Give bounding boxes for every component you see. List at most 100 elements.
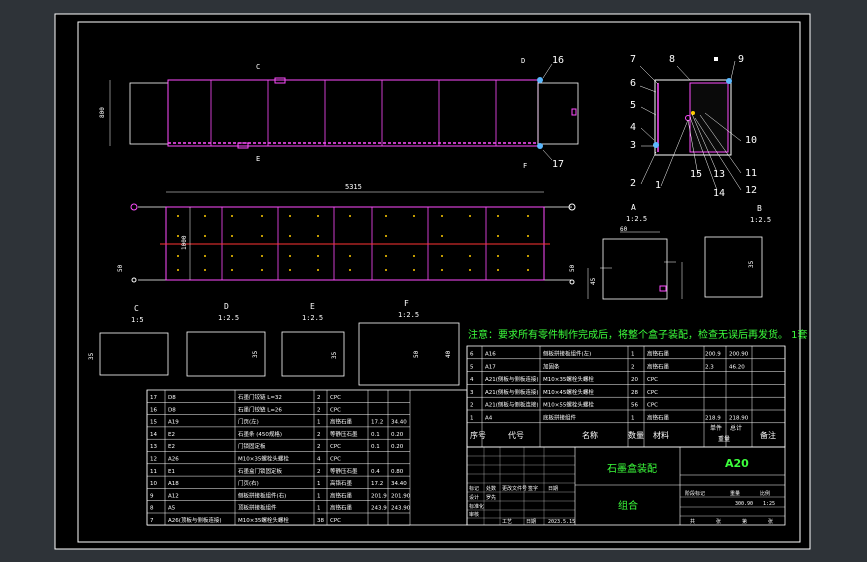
bom-right-cell: A21(侧板与侧板连接) (485, 401, 539, 409)
bom-right-cell: CPC (647, 390, 658, 396)
tb-role-date: 日期 (526, 519, 536, 525)
bom-left-cell: 高铬石墨 (330, 479, 353, 487)
callout-8: 8 (669, 54, 675, 65)
bom-left-cell: 0.80 (391, 469, 404, 475)
bom-right-cell: 46.20 (729, 364, 745, 370)
callout-15: 15 (690, 169, 702, 180)
bom-header-code: 代号 (508, 430, 524, 440)
callout-12: 12 (745, 185, 757, 196)
bom-right-cell: 20 (631, 377, 638, 383)
bom-header-total: 总计 (730, 424, 742, 432)
callout-4: 4 (630, 122, 636, 133)
callout-5: 5 (630, 100, 636, 111)
bom-left-cell: 门锁固定板 (238, 442, 266, 450)
bom-left-cell: CPC (330, 395, 341, 401)
bom-right-cell: M10×55螺栓头螺栓 (543, 401, 594, 409)
drawing-number: A20 (725, 457, 749, 470)
sheet-total-unit: 张 (716, 518, 721, 525)
bom-left-cell: 门页(左) (238, 418, 259, 426)
bom-left-cell: 9 (150, 493, 154, 499)
detail-e-label: E (310, 302, 315, 311)
bom-left-cell: 0.20 (391, 444, 404, 450)
bom-right-cell: 1 (631, 352, 635, 358)
bom-left-cell: 0.1 (371, 432, 380, 438)
detail-f-dim2: 40 (445, 350, 452, 358)
detail-c-dim: 35 (88, 352, 95, 360)
bom-left-cell: 1 (317, 493, 321, 499)
bom-left-cell: D8 (168, 407, 176, 413)
section-a-dim1: 60 (620, 226, 628, 233)
bom-left-cell: 201.9 (371, 493, 387, 499)
callout-1: 1 (655, 180, 661, 191)
bom-left-cell: 17.2 (371, 420, 383, 426)
detail-e-scale: 1:2.5 (302, 314, 323, 322)
bom-right-cell: 1 (470, 416, 474, 422)
bom-right-cell: 高铬石墨 (647, 414, 670, 422)
callout-16: 16 (552, 55, 564, 66)
tb-role-standard: 标准化 (469, 503, 484, 510)
bom-right-cell: 218.90 (729, 416, 749, 422)
cad-drawing-canvas[interactable]: 800 C E D F 16 17 7 8 9 6 5 4 3 2 1 10 1… (0, 0, 867, 562)
bom-right-cell: 5 (470, 364, 474, 370)
bom-left-cell: 11 (150, 469, 157, 475)
weight-label: 重量 (730, 490, 740, 497)
bom-right-cell: 高铬石墨 (647, 362, 670, 370)
bom-right-cell: 56 (631, 403, 638, 409)
section-b-scale: 1:2.5 (750, 216, 771, 224)
bom-left-cell: 4 (317, 457, 321, 463)
bom-left-cell: 等静压石墨 (330, 430, 358, 438)
bom-left-cell: 1 (317, 481, 321, 487)
callout-10: 10 (745, 135, 757, 146)
section-b-label: B (757, 204, 762, 213)
bom-left-cell: A18 (168, 481, 179, 487)
bom-right-cell: M10×45螺栓头螺栓 (543, 388, 594, 396)
bom-left-cell: 10 (150, 481, 157, 487)
height-dim: 800 (99, 107, 106, 118)
bom-header-remark: 备注 (760, 430, 776, 440)
bom-right-cell: A21(侧板与侧板连接) (485, 375, 539, 383)
bom-left-cell: 15 (150, 420, 157, 426)
bom-left-cell: 8 (150, 506, 154, 512)
bom-left-cell: 0.20 (391, 432, 404, 438)
bom-left-cell: 17 (150, 395, 157, 401)
bom-right-cell: 28 (631, 390, 638, 396)
weight-value: 300.90 (735, 501, 753, 507)
bom-right-cell: 侧板拼接板组件(左) (543, 350, 591, 358)
bom-right-cell: 2 (631, 364, 635, 370)
tb-label-date: 日期 (548, 486, 558, 492)
bom-left-cell: 16 (150, 407, 157, 413)
marker-c-top: C (256, 63, 260, 71)
bom-left-cell: 17.2 (371, 481, 383, 487)
bom-left-cell: 12 (150, 457, 157, 463)
bom-left-cell: 2 (317, 469, 321, 475)
tb-label-count: 处数 (486, 485, 496, 492)
bom-left-cell: 34.40 (391, 420, 407, 426)
detail-e-dim: 35 (331, 351, 338, 359)
bom-left-cell: 2 (317, 395, 321, 401)
bom-left-cell: M10×35螺栓头螺栓 (238, 516, 289, 524)
bom-left-cell: 201.90 (391, 493, 411, 499)
callout-11: 11 (745, 168, 757, 179)
bom-left-cell: 石墨门铰链 L=32 (238, 393, 282, 401)
tb-date: 2023.5.15 (548, 519, 575, 525)
tb-role-design: 设计 (469, 494, 479, 501)
callout-13: 13 (713, 169, 725, 180)
bom-left-cell: M10×35螺栓头螺栓 (238, 455, 289, 463)
bom-left-cell: 13 (150, 444, 157, 450)
bom-right-cell: 2.3 (705, 364, 714, 370)
bom-left-cell: A5 (168, 506, 176, 512)
drawing-category: 组合 (618, 499, 638, 512)
bom-left-cell: 34.40 (391, 481, 407, 487)
tb-role-review: 审核 (469, 511, 479, 518)
bom-left-cell: 243.9 (371, 506, 387, 512)
bom-left-cell: 243.90 (391, 506, 411, 512)
scale-label: 比例 (760, 490, 770, 497)
tb-label-mark: 标记 (469, 485, 479, 492)
width-dim: 1000 (181, 235, 188, 250)
sheet-total-label: 共 (690, 518, 695, 525)
bom-left-cell: 高铬石墨 (330, 418, 353, 426)
marker-e-top: E (256, 155, 260, 163)
bom-left-cell: 0.1 (371, 444, 380, 450)
bom-right-cell: A16 (485, 352, 496, 358)
bom-right-cell: CPC (647, 403, 658, 409)
